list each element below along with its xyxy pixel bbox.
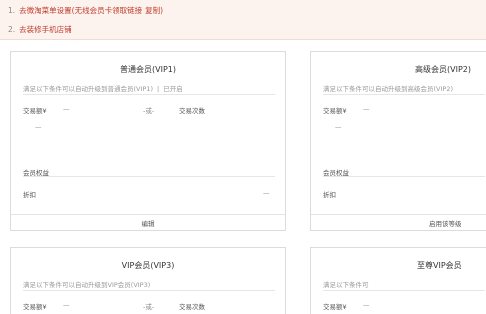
condition-text: 满足以下条件可 [323,281,369,289]
weitao-menu-link[interactable]: 去微淘菜单设置(无线会员卡领取链接 [19,6,142,15]
card-title: 高级会员(VIP2) [415,65,471,74]
condition-text: 满足以下条件可以自动升级到VIP会员(VIP3) [23,281,151,289]
discount-label: 折扣 [323,191,336,199]
amount-label: 交易额¥ [23,107,47,115]
notice-number: 2. [8,25,16,34]
notice-number: 1. [8,6,16,15]
amount-label: 交易额¥ [323,303,347,311]
divider [323,94,485,95]
count-value: — [335,123,342,131]
notice-paren: ) [160,6,164,15]
notice-bar: 1. 去微淘菜单设置(无线会员卡领取链接 复制) 2. 去装修手机店铺 [0,0,486,40]
condition-text: 满足以下条件可以自动升级到高级会员(VIP2) [323,85,453,93]
card-title: 至尊VIP会员 [417,261,462,270]
copy-link-button[interactable]: 复制 [145,6,160,15]
or-label: -或- [143,303,155,311]
enable-level-button[interactable]: 启用该等级 [429,218,462,228]
notice-item-decorate: 2. 去装修手机店铺 [8,24,72,35]
card-title: 普通会员(VIP1) [120,65,176,74]
footer-divider [11,214,285,215]
condition-text: 满足以下条件可以自动升级到普通会员(VIP1) [23,85,153,93]
membership-card-vip3: VIP会员(VIP3) 满足以下条件可以自动升级到VIP会员(VIP3) 交易额… [10,247,286,314]
count-label: 交易次数 [179,303,205,311]
divider [323,176,485,177]
separator: | [157,85,160,93]
or-label: -或- [143,107,155,115]
decorate-mobile-shop-link[interactable]: 去装修手机店铺 [19,25,72,34]
footer-divider [311,214,486,215]
upgrade-condition: 满足以下条件可以自动升级到VIP会员(VIP3) [23,279,150,289]
upgrade-condition: 满足以下条件可 [323,279,369,289]
amount-label: 交易额¥ [23,303,47,311]
edit-button[interactable]: 编辑 [11,218,285,228]
divider [23,290,275,291]
amount-value: — [363,301,370,309]
status-text: 已开启 [163,85,183,93]
divider [23,176,275,177]
count-value: — [35,123,42,131]
upgrade-condition: 满足以下条件可以自动升级到高级会员(VIP2) [323,83,453,93]
amount-value: — [63,301,70,309]
discount-value: — [263,189,270,197]
membership-card-supreme: 至尊VIP会员 满足以下条件可 交易额¥ — [310,247,486,314]
discount-label: 折扣 [23,191,36,199]
divider [323,290,485,291]
membership-card-vip2: 高级会员(VIP2) 满足以下条件可以自动升级到高级会员(VIP2) 交易额¥ … [310,51,486,231]
amount-value: — [363,105,370,113]
divider [23,94,275,95]
upgrade-condition: 满足以下条件可以自动升级到普通会员(VIP1) | 已开启 [23,83,183,93]
count-label: 交易次数 [179,107,205,115]
amount-label: 交易额¥ [323,107,347,115]
notice-item-menu: 1. 去微淘菜单设置(无线会员卡领取链接 复制) [8,5,163,16]
card-title: VIP会员(VIP3) [121,261,175,270]
membership-card-vip1: 普通会员(VIP1) 满足以下条件可以自动升级到普通会员(VIP1) | 已开启 交… [10,51,286,231]
amount-value: — [63,105,70,113]
